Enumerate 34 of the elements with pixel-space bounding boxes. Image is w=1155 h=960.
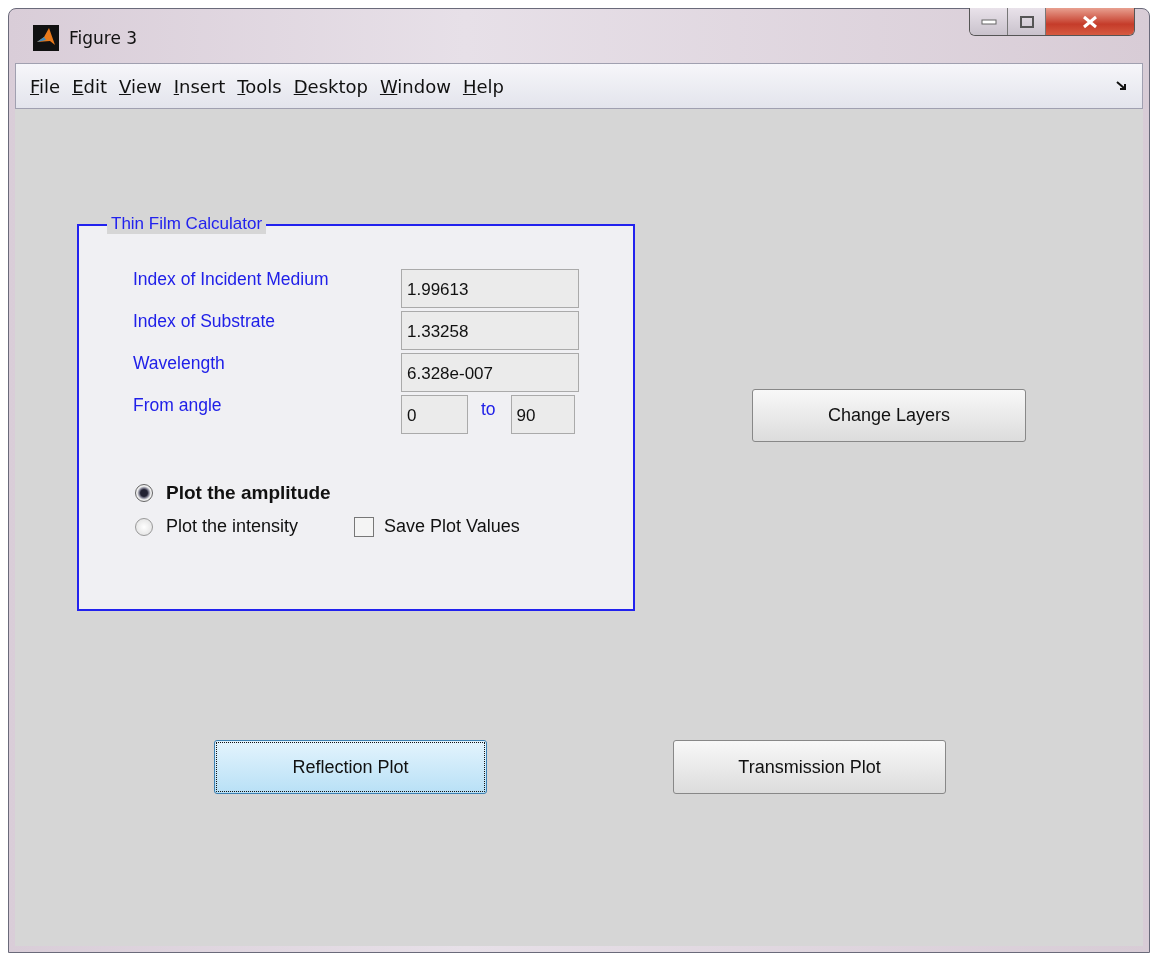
radio-button[interactable]: Plot the intensity — [135, 516, 299, 537]
menu-item[interactable]: Window — [379, 75, 451, 97]
input-field[interactable]: 1.33258 — [401, 311, 579, 350]
maximize-icon — [1019, 15, 1034, 28]
panel-title: Thin Film Calculator — [107, 214, 267, 234]
field-label: From angle — [133, 395, 223, 417]
radio-button[interactable]: Plot the amplitude — [135, 482, 331, 504]
field-label: Index of Incident Medium — [133, 269, 330, 291]
range-separator: to — [481, 399, 496, 420]
field-label: Index of Substrate — [133, 311, 277, 333]
window-title: Figure 3 — [69, 28, 138, 48]
minimize-button[interactable] — [970, 8, 1008, 35]
menu-item[interactable]: Help — [462, 75, 504, 97]
menu-item[interactable]: View — [119, 75, 162, 97]
input-field[interactable]: 1.99613 — [401, 269, 579, 308]
menu-item[interactable]: Desktop — [293, 75, 368, 97]
menu-item[interactable]: Insert — [173, 75, 226, 97]
minimize-icon — [980, 18, 997, 25]
maximize-button[interactable] — [1008, 8, 1046, 35]
plot-button[interactable]: Reflection Plot — [214, 740, 487, 794]
menu-item[interactable]: Tools — [237, 75, 282, 97]
close-button[interactable] — [1046, 8, 1134, 35]
checkbox[interactable]: Save Plot Values — [354, 516, 520, 537]
menu-item[interactable]: File — [30, 75, 61, 97]
input-field[interactable]: 6.328e-007 — [401, 353, 579, 392]
app-icon — [33, 25, 59, 51]
input-field[interactable]: 0 — [401, 395, 468, 434]
plot-button[interactable]: Transmission Plot — [673, 740, 946, 794]
menu-item[interactable]: Edit — [72, 75, 107, 97]
field-label: Wavelength — [133, 353, 226, 375]
change-layers-button[interactable]: Change Layers — [752, 389, 1026, 442]
dock-arrow-icon[interactable] — [1116, 80, 1128, 92]
close-icon — [1082, 14, 1098, 29]
input-field[interactable]: 90 — [510, 395, 575, 434]
